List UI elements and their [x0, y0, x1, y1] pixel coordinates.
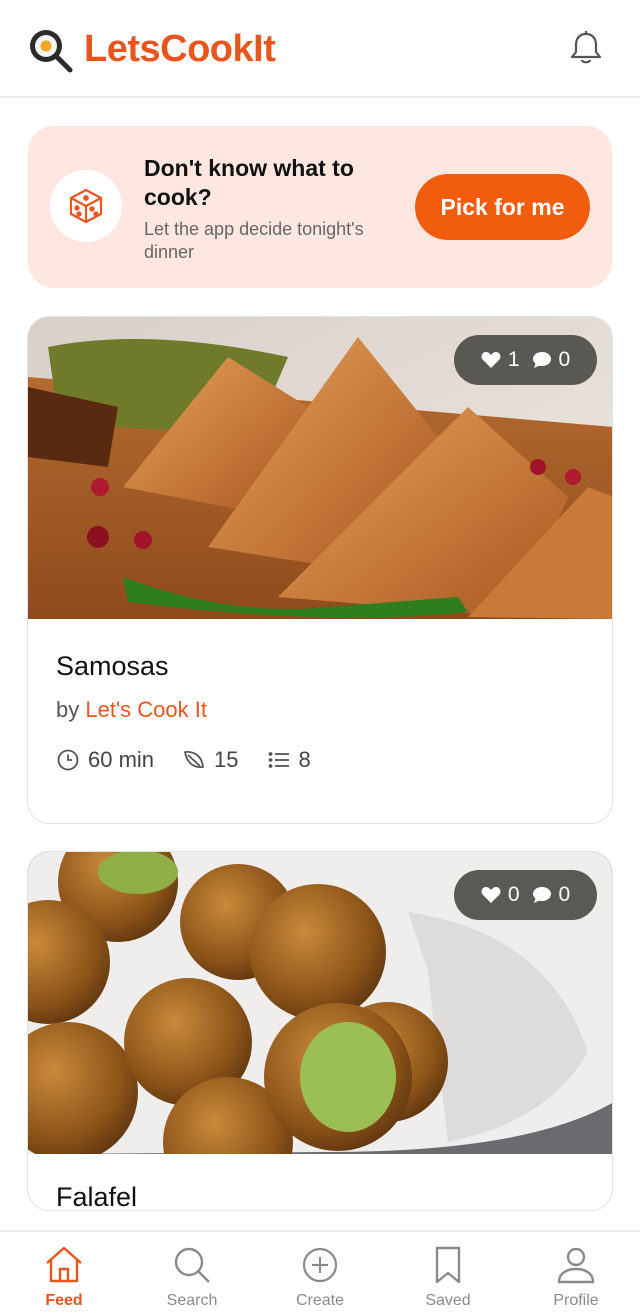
nav-label-feed: Feed [45, 1292, 83, 1309]
engagement-badge: 1 0 [454, 335, 597, 385]
banner-title: Don't know what to cook? [144, 155, 354, 210]
ingredient-count-value: 15 [214, 747, 239, 772]
dice-icon [69, 188, 103, 224]
heart-icon [481, 887, 501, 903]
cook-time: 60 min [56, 747, 154, 773]
nav-item-create[interactable]: Create [256, 1232, 384, 1313]
bookmark-icon [435, 1246, 461, 1284]
plus-circle-icon [302, 1247, 338, 1283]
steps-count: 8 [267, 747, 311, 773]
clock-icon [57, 749, 79, 771]
nav-item-feed[interactable]: Feed [0, 1232, 128, 1313]
comments-count[interactable]: 0 [532, 348, 571, 372]
bell-icon[interactable] [566, 28, 606, 68]
engagement-badge: 0 0 [454, 870, 597, 920]
frying-pan-search-icon[interactable] [26, 26, 74, 74]
nav-label-create: Create [295, 1292, 345, 1309]
bottom-navigation: Feed Search Create Saved Profile [0, 1230, 640, 1313]
steps-count-value: 8 [298, 747, 311, 772]
recipe-meta: 60 min 15 8 [56, 747, 339, 773]
author-prefix: by [56, 697, 80, 722]
comments-value: 0 [558, 348, 571, 371]
nav-label-saved: Saved [425, 1292, 471, 1309]
recipe-author: by Let's Cook It [56, 697, 207, 723]
banner-subtitle: Let the app decide tonight's dinner [144, 219, 364, 262]
author-link[interactable]: Let's Cook It [85, 697, 207, 722]
likes-value: 0 [507, 883, 520, 906]
comments-count[interactable]: 0 [532, 883, 571, 907]
recipe-title[interactable]: Falafel [56, 1182, 137, 1210]
search-icon [174, 1247, 210, 1283]
recipe-card[interactable]: 1 0 Samosas by Let's Cook It 60 min 15 8 [27, 316, 613, 824]
list-icon [268, 752, 289, 768]
comments-value: 0 [558, 883, 571, 906]
heart-icon [481, 352, 501, 368]
ingredient-count: 15 [182, 747, 239, 773]
likes-count[interactable]: 1 [481, 348, 520, 372]
nav-item-saved[interactable]: Saved [384, 1232, 512, 1313]
app-header: LetsCookIt [0, 0, 640, 98]
leaf-icon [184, 751, 204, 769]
nav-label-search: Search [166, 1292, 218, 1309]
recipe-card[interactable]: 0 0 Falafel [27, 851, 613, 1211]
nav-item-search[interactable]: Search [128, 1232, 256, 1313]
dice-icon-badge [50, 170, 122, 242]
cook-time-value: 60 min [88, 747, 155, 772]
pick-for-me-button[interactable]: Pick for me [415, 174, 590, 240]
likes-value: 1 [507, 348, 520, 371]
nav-label-profile: Profile [553, 1292, 599, 1309]
likes-count[interactable]: 0 [481, 883, 520, 907]
comment-icon [532, 887, 551, 903]
recipe-title[interactable]: Samosas [56, 651, 169, 682]
home-icon [46, 1246, 82, 1283]
app-brand: LetsCookIt [84, 28, 276, 70]
nav-item-profile[interactable]: Profile [512, 1232, 640, 1313]
user-icon [557, 1247, 595, 1284]
comment-icon [532, 352, 551, 368]
pick-for-me-banner: Don't know what to cook? Let the app dec… [28, 126, 612, 288]
